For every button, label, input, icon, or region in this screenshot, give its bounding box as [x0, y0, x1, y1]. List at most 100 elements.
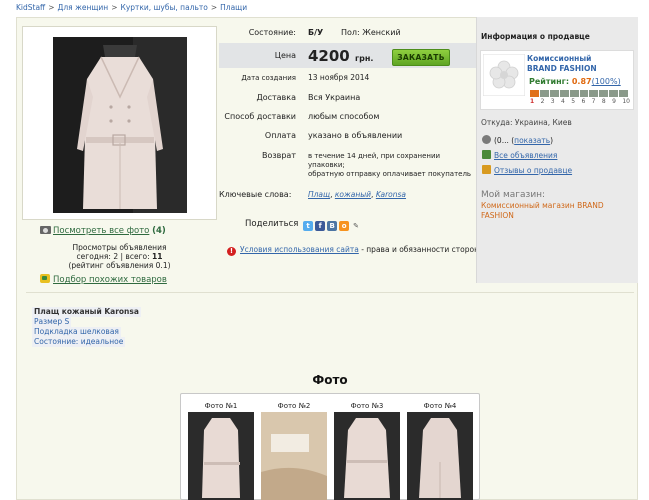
- rating-scale-number: 2: [540, 98, 545, 105]
- odnoklassniki-icon[interactable]: o: [339, 221, 350, 231]
- link-icon[interactable]: ✎: [351, 221, 361, 231]
- rating-scale-number: 6: [581, 98, 586, 105]
- photo-caption: Фото №4: [423, 402, 457, 410]
- seller-name-line-2[interactable]: BRAND FASHION: [527, 64, 597, 74]
- photo-thumb-2[interactable]: Фото №2: [261, 402, 327, 500]
- see-all-photos[interactable]: Посмотреть все фото (4): [40, 226, 166, 236]
- description-title: Плащ кожаный Karonsa: [32, 307, 141, 317]
- description-line: Размер S: [32, 317, 72, 327]
- seller-location: Откуда: Украина, Киев: [481, 118, 572, 127]
- rating-scale-number: 7: [591, 98, 596, 105]
- facebook-icon[interactable]: f: [315, 221, 326, 231]
- delivery-label: Доставка: [256, 93, 296, 102]
- rating-percent[interactable]: (100%): [592, 77, 621, 86]
- description-line: Состояние: идеальное: [32, 337, 126, 347]
- twitter-icon[interactable]: t: [303, 221, 314, 231]
- photo-thumb-1[interactable]: Фото №1: [188, 402, 254, 500]
- seller-all-ads[interactable]: Все объявления: [482, 150, 557, 160]
- keywords: Плащ, кожаный, Karonsa: [308, 190, 407, 199]
- reviews-icon: [482, 165, 491, 174]
- delivery-method-label: Способ доставки: [224, 112, 296, 121]
- price-value: 4200 грн.: [308, 47, 373, 65]
- rating-segment: [589, 90, 599, 97]
- return-line-1: в течение 14 дней, при сохранении: [308, 152, 441, 160]
- rating-scale-number: 4: [561, 98, 565, 105]
- see-all-photos-link[interactable]: Посмотреть все фото: [53, 226, 149, 236]
- terms-link[interactable]: Условия использования сайта: [240, 245, 359, 254]
- keyword-link[interactable]: Karonsa: [376, 190, 406, 199]
- seller-logo[interactable]: [483, 54, 525, 96]
- phone-icon: [482, 135, 491, 144]
- rating-label: Рейтинг:: [529, 77, 570, 86]
- phone-suffix: ): [550, 136, 554, 145]
- views-total-label: всего:: [125, 252, 150, 261]
- photo-thumb-3[interactable]: Фото №3: [334, 402, 400, 500]
- item-description: Плащ кожаный Karonsa Размер S Подкладка …: [32, 307, 141, 347]
- rating-segment: [530, 90, 539, 97]
- breadcrumb-raincoats[interactable]: Плащи: [220, 3, 247, 12]
- all-ads-link[interactable]: Все объявления: [494, 151, 557, 160]
- vk-icon[interactable]: B: [327, 221, 338, 231]
- gender-value: Пол: Женский: [341, 28, 401, 37]
- rating-scale-number: 3: [550, 98, 555, 105]
- similar-products-link[interactable]: Подбор похожих товаров: [53, 275, 167, 285]
- seller-reviews[interactable]: Отзывы о продавце: [482, 165, 572, 175]
- share-label: Поделиться: [245, 219, 299, 229]
- shop-name-link[interactable]: Комиссионный магазин BRAND FASHION: [481, 201, 631, 221]
- return-value: в течение 14 дней, при сохранении упаков…: [308, 152, 471, 179]
- rating-scale-number: 10: [622, 98, 630, 105]
- price-amount: 4200: [308, 47, 350, 65]
- list-icon: [482, 150, 491, 159]
- photo-image[interactable]: [261, 412, 327, 500]
- photo-image[interactable]: [188, 412, 254, 500]
- rating-segment: [569, 90, 579, 97]
- created-value: 13 ноября 2014: [308, 73, 370, 82]
- show-phone-link[interactable]: показать: [514, 136, 550, 145]
- photo-caption: Фото №1: [204, 402, 238, 410]
- return-line-3: обратную отправку оплачивает покупатель: [308, 170, 472, 178]
- photo-count: (4): [152, 226, 166, 236]
- seller-name-line-1[interactable]: Комиссионный: [527, 54, 597, 64]
- seller-name[interactable]: Комиссионный BRAND FASHION: [527, 54, 597, 74]
- breadcrumb-outerwear[interactable]: Куртки, шубы, пальто: [121, 3, 208, 12]
- my-shop-label: Мой магазин:: [481, 190, 546, 200]
- delivery-value: Вся Украина: [308, 93, 361, 102]
- reviews-link[interactable]: Отзывы о продавце: [494, 166, 572, 175]
- section-divider: [26, 292, 634, 293]
- return-line-2: упаковки;: [308, 161, 345, 169]
- similar-products[interactable]: Подбор похожих товаров: [40, 274, 167, 285]
- rating-bar: [530, 90, 629, 97]
- photo-image[interactable]: [407, 412, 473, 500]
- keyword-link[interactable]: кожаный: [335, 190, 371, 199]
- delivery-method-value: любым способом: [308, 112, 380, 121]
- photo-thumb-4[interactable]: Фото №4: [407, 402, 473, 500]
- payment-label: Оплата: [264, 131, 296, 140]
- seller-heading: Информация о продавце: [481, 32, 590, 41]
- breadcrumb: KidStaff > Для женщин > Куртки, шубы, пальто…: [16, 3, 248, 12]
- main-photo-frame[interactable]: [22, 26, 217, 220]
- shopping-bag-icon: [40, 274, 50, 283]
- order-button[interactable]: ЗАКАЗАТЬ: [392, 49, 450, 66]
- views-total: 11: [152, 252, 163, 261]
- views-today-label: сегодня:: [76, 252, 111, 261]
- breadcrumb-women[interactable]: Для женщин: [58, 3, 109, 12]
- return-label: Возврат: [262, 151, 296, 160]
- keyword-link[interactable]: Плащ: [308, 190, 330, 199]
- rating-segment: [539, 90, 549, 97]
- views-today: 2: [113, 252, 119, 261]
- main-photo[interactable]: [53, 37, 187, 213]
- price-currency: грн.: [354, 54, 374, 63]
- condition-label: Состояние:: [248, 28, 296, 37]
- photo-image[interactable]: [334, 412, 400, 500]
- views-title: Просмотры объявления: [72, 243, 167, 252]
- breadcrumb-kidstaff[interactable]: KidStaff: [16, 3, 45, 12]
- share-bar: Поделиться t f Bo ✎: [245, 219, 361, 231]
- rating-segment: [609, 90, 619, 97]
- seller-rating: Рейтинг: 0.87(100%): [529, 77, 621, 86]
- rating-segment: [599, 90, 609, 97]
- created-label: Дата создания: [241, 74, 296, 82]
- views-stats: Просмотры объявления сегодня: 2 | всего:…: [22, 243, 217, 270]
- photo-caption: Фото №2: [277, 402, 311, 410]
- rating-scale-number: 5: [571, 98, 576, 105]
- price-label: Цена: [274, 51, 296, 60]
